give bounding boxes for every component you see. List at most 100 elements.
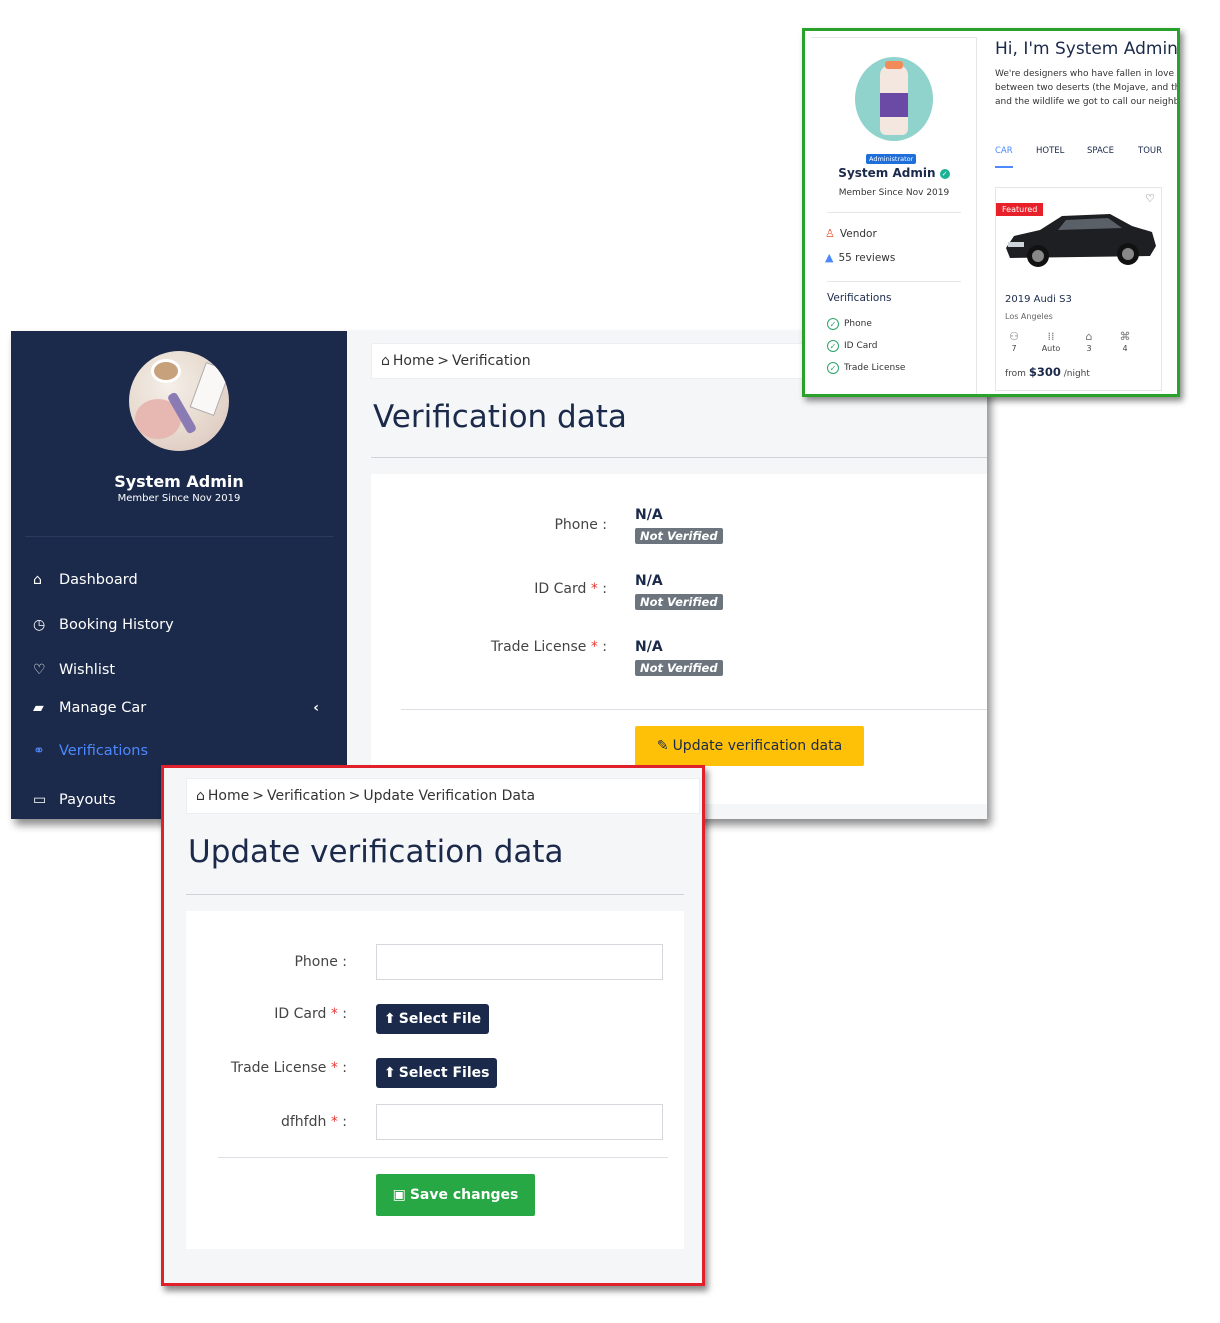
form-row-phone: Phone : xyxy=(186,944,684,984)
breadcrumb: ⌂ Home > Verification xyxy=(371,343,811,379)
breadcrumb-verification[interactable]: Verification xyxy=(267,788,346,804)
sidebar-item-manage-car[interactable]: ▰ Manage Car ‹ xyxy=(33,695,333,721)
edit-icon: ✎ xyxy=(656,738,669,754)
avatar xyxy=(129,351,229,451)
required-mark: * xyxy=(330,1060,338,1076)
page-title: Verification data xyxy=(373,399,627,435)
verification-row-phone: Phone : N/A Not Verified xyxy=(371,507,987,551)
dfhfdh-input[interactable] xyxy=(376,1104,663,1140)
save-changes-label: Save changes xyxy=(409,1187,519,1203)
verified-check-icon: ✓ xyxy=(939,168,950,179)
verifications-title: Verifications xyxy=(827,292,892,304)
breadcrumb-home[interactable]: Home xyxy=(208,788,249,804)
phone-input[interactable] xyxy=(376,944,663,980)
car-price: from $300 /night xyxy=(1005,365,1090,379)
tab-car[interactable]: CAR xyxy=(995,146,1013,156)
award-icon: ♙ xyxy=(825,227,835,240)
car-location: Los Angeles xyxy=(1005,312,1053,321)
thumbs-up-icon: ▲ xyxy=(825,251,834,264)
verification-row-id-card: ID Card * : N/A Not Verified xyxy=(371,573,987,617)
verification-item-trade-license: ✓ Trade License xyxy=(827,362,905,374)
select-files-button[interactable]: ⬆ Select Files xyxy=(376,1058,498,1088)
sidebar: System Admin Member Since Nov 2019 ⌂ Das… xyxy=(11,331,347,819)
sidebar-item-label: Booking History xyxy=(59,617,174,633)
breadcrumb-current: Update Verification Data xyxy=(363,788,536,804)
form-row-trade-license: Trade License * : ⬆ Select Files xyxy=(186,1058,684,1098)
breadcrumb-separator: > xyxy=(348,788,361,804)
save-icon: ▣ xyxy=(392,1187,406,1203)
breadcrumb: ⌂ Home > Verification > Update Verificat… xyxy=(186,778,700,814)
verification-item-id-card: ✓ ID Card xyxy=(827,340,878,352)
required-mark: * xyxy=(330,1006,338,1022)
check-circle-icon: ✓ xyxy=(827,318,839,330)
field-label: Trade License * : xyxy=(230,1060,347,1076)
sidebar-item-dashboard[interactable]: ⌂ Dashboard xyxy=(33,567,333,593)
page-title: Update verification data xyxy=(188,834,564,870)
heart-icon: ♡ xyxy=(33,662,46,678)
passengers-icon: ⚇ xyxy=(1009,330,1019,343)
profile-preview: Administrator System Admin ✓ Member Sinc… xyxy=(802,28,1180,397)
sidebar-user-name: System Admin xyxy=(114,472,244,491)
tab-hotel[interactable]: HOTEL xyxy=(1036,146,1064,156)
card-divider xyxy=(218,1157,668,1158)
gear-shift-icon: ⁞⁞ xyxy=(1047,330,1055,343)
field-label: Phone : xyxy=(294,954,347,970)
title-divider xyxy=(186,894,684,895)
sidebar-item-booking-history[interactable]: ◷ Booking History xyxy=(33,612,333,638)
avatar xyxy=(855,57,933,141)
save-changes-button[interactable]: ▣ Save changes xyxy=(376,1174,535,1216)
required-mark: * xyxy=(590,639,598,655)
breadcrumb-separator: > xyxy=(252,788,264,804)
field-label: ID Card * : xyxy=(534,581,607,597)
home-icon: ⌂ xyxy=(33,572,42,588)
home-icon: ⌂ xyxy=(381,353,390,369)
check-circle-icon: ✓ xyxy=(827,362,839,374)
profile-sidebar: Administrator System Admin ✓ Member Sinc… xyxy=(811,37,977,394)
select-file-button[interactable]: ⬆ Select File xyxy=(376,1004,490,1034)
sidebar-member-since: Member Since Nov 2019 xyxy=(117,493,241,504)
field-label: ID Card * : xyxy=(274,1006,347,1022)
clock-icon: ◷ xyxy=(33,617,46,633)
sidebar-item-label: Verifications xyxy=(59,743,149,759)
chevron-left-icon[interactable]: ‹ xyxy=(313,700,319,716)
status-badge: Not Verified xyxy=(635,528,723,544)
profile-member-since: Member Since Nov 2019 xyxy=(838,188,950,198)
home-icon: ⌂ xyxy=(196,788,205,804)
verification-screen: System Admin Member Since Nov 2019 ⌂ Das… xyxy=(11,331,987,819)
car-spec-passengers: ⚇ 7 xyxy=(999,330,1029,353)
tab-space[interactable]: SPACE xyxy=(1087,146,1114,156)
form-row-id-card: ID Card * : ⬆ Select File xyxy=(186,1004,684,1044)
sidebar-divider xyxy=(25,536,333,537)
required-mark: * xyxy=(330,1114,338,1130)
status-badge: Not Verified xyxy=(635,660,723,676)
active-tab-indicator xyxy=(995,166,1013,168)
update-verification-screen: ⌂ Home > Verification > Update Verificat… xyxy=(161,765,705,1286)
tab-tour[interactable]: TOUR xyxy=(1138,146,1162,156)
update-form-card: Phone : ID Card * : ⬆ Select File Trade … xyxy=(186,911,684,1249)
car-title[interactable]: 2019 Audi S3 xyxy=(1005,294,1072,305)
reviews-stat: ▲ 55 reviews xyxy=(825,251,896,264)
field-value: N/A xyxy=(635,639,663,655)
field-label: Trade License * : xyxy=(490,639,607,655)
vendor-stat: ♙ Vendor xyxy=(825,227,877,240)
field-value: N/A xyxy=(635,573,663,589)
door-icon: ⌘ xyxy=(1119,330,1131,343)
role-badge: Administrator xyxy=(866,154,917,164)
sidebar-item-verifications[interactable]: ⚭ Verifications xyxy=(33,738,333,764)
car-card[interactable]: Featured ♡ 2019 Audi S3 Los Angeles ⚇ 7 ⁞… xyxy=(995,187,1162,391)
breadcrumb-current: Verification xyxy=(451,353,531,369)
sidebar-item-wishlist[interactable]: ♡ Wishlist xyxy=(33,657,333,683)
handshake-icon: ⚭ xyxy=(33,743,45,759)
field-label: dfhfdh * : xyxy=(280,1114,347,1130)
heart-icon[interactable]: ♡ xyxy=(1145,192,1155,205)
sidebar-item-label: Dashboard xyxy=(59,572,138,588)
breadcrumb-home[interactable]: Home xyxy=(393,353,434,369)
credit-card-icon: ▭ xyxy=(33,792,47,808)
update-verification-button[interactable]: ✎ Update verification data xyxy=(635,726,864,766)
profile-description: We're designers who have fallen in love … xyxy=(995,69,1180,107)
car-spec-gear: ⁞⁞ Auto xyxy=(1036,330,1066,353)
sidebar-item-label: Manage Car xyxy=(59,700,147,716)
profile-name: System Admin ✓ xyxy=(811,166,977,180)
field-value: N/A xyxy=(635,507,663,523)
form-row-dfhfdh: dfhfdh * : xyxy=(186,1104,684,1144)
